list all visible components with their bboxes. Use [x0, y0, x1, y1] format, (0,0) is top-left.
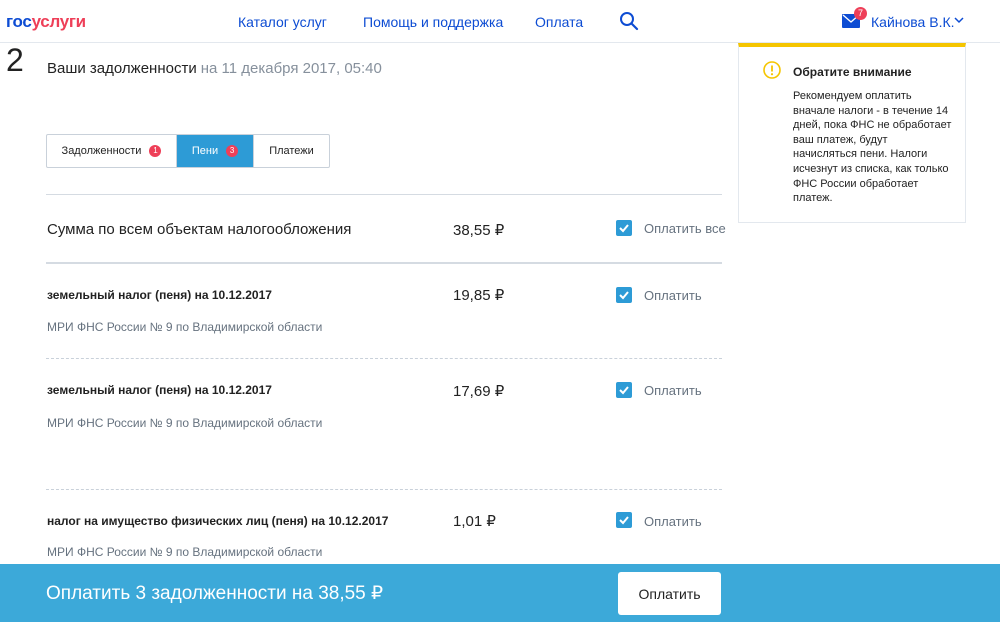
warning-icon [763, 61, 781, 79]
checkmark-icon [619, 516, 629, 525]
debt-item-amount: 19,85 ₽ [453, 287, 505, 304]
tab-debts-badge: 1 [149, 145, 162, 157]
top-header: госуслуги Каталог услуг Помощь и поддерж… [0, 0, 1000, 43]
debt-item-title: земельный налог (пеня) на 10.12.2017 [47, 288, 272, 302]
tab-debts[interactable]: Задолженности 1 [47, 135, 177, 167]
tab-penalties-badge: 3 [226, 145, 239, 157]
nav-help-link[interactable]: Помощь и поддержка [363, 14, 503, 30]
notice-title: Обратите внимание [793, 65, 912, 79]
mail-count-badge: 7 [854, 7, 867, 20]
notice-panel: Обратите внимание Рекомендуем оплатить в… [738, 43, 966, 223]
chevron-down-icon[interactable] [954, 17, 964, 24]
pay-all-checkbox[interactable] [616, 220, 632, 236]
debt-item-checkbox-label[interactable]: Оплатить [644, 288, 702, 303]
pay-button[interactable]: Оплатить [618, 572, 721, 615]
search-icon[interactable] [619, 11, 639, 31]
notice-text: Рекомендуем оплатить вначале налоги - в … [793, 90, 952, 205]
debt-item-amount: 1,01 ₽ [453, 513, 496, 530]
debt-item-amount: 17,69 ₽ [453, 383, 505, 400]
summary-title: Сумма по всем объектам налогообложения [47, 221, 352, 238]
divider [46, 262, 722, 264]
debt-item-checkbox[interactable] [616, 382, 632, 398]
page-title: Ваши задолженности на 11 декабря 2017, 05… [47, 60, 382, 77]
footer-summary-text: Оплатить 3 задолженности на 38,55 ₽ [46, 583, 384, 604]
page-title-text: Ваши задолженности [47, 60, 197, 77]
debt-item-checkbox-label[interactable]: Оплатить [644, 514, 702, 529]
step-number: 2 [6, 42, 24, 78]
debt-item-checkbox[interactable] [616, 287, 632, 303]
divider [46, 358, 722, 359]
nav-catalog-link[interactable]: Каталог услуг [238, 14, 327, 30]
debt-item-org: МРИ ФНС России № 9 по Владимирской облас… [47, 545, 323, 559]
debt-item-checkbox[interactable] [616, 512, 632, 528]
gosuslugi-logo[interactable]: госуслуги [6, 12, 86, 32]
logo-part-gos: гос [6, 12, 32, 31]
pay-all-label[interactable]: Оплатить все [644, 221, 726, 236]
user-name-menu[interactable]: Кайнова В.К. [871, 14, 955, 30]
checkmark-icon [619, 386, 629, 395]
checkmark-icon [619, 224, 629, 233]
divider [46, 194, 722, 195]
payment-footer-bar: Оплатить 3 задолженности на 38,55 ₽ Опла… [0, 564, 1000, 622]
tab-payments-label: Платежи [269, 145, 314, 157]
page-title-date: на 11 декабря 2017, 05:40 [200, 60, 382, 77]
checkmark-icon [619, 291, 629, 300]
summary-amount: 38,55 ₽ [453, 222, 505, 239]
logo-part-uslugi: услуги [31, 12, 87, 31]
nav-payment-link[interactable]: Оплата [535, 14, 583, 30]
debt-item-checkbox-label[interactable]: Оплатить [644, 383, 702, 398]
debt-item-org: МРИ ФНС России № 9 по Владимирской облас… [47, 416, 323, 430]
tab-payments[interactable]: Платежи [254, 135, 329, 167]
divider [46, 489, 722, 490]
tab-penalties-label: Пени [191, 145, 219, 157]
debt-item-org: МРИ ФНС России № 9 по Владимирской облас… [47, 320, 323, 334]
debt-item-title: налог на имущество физических лиц (пеня)… [47, 514, 389, 528]
tab-debts-label: Задолженности [61, 145, 142, 157]
tab-bar: Задолженности 1 Пени 3 Платежи [46, 134, 330, 168]
debt-item-title: земельный налог (пеня) на 10.12.2017 [47, 383, 272, 397]
tab-penalties[interactable]: Пени 3 [177, 135, 254, 167]
